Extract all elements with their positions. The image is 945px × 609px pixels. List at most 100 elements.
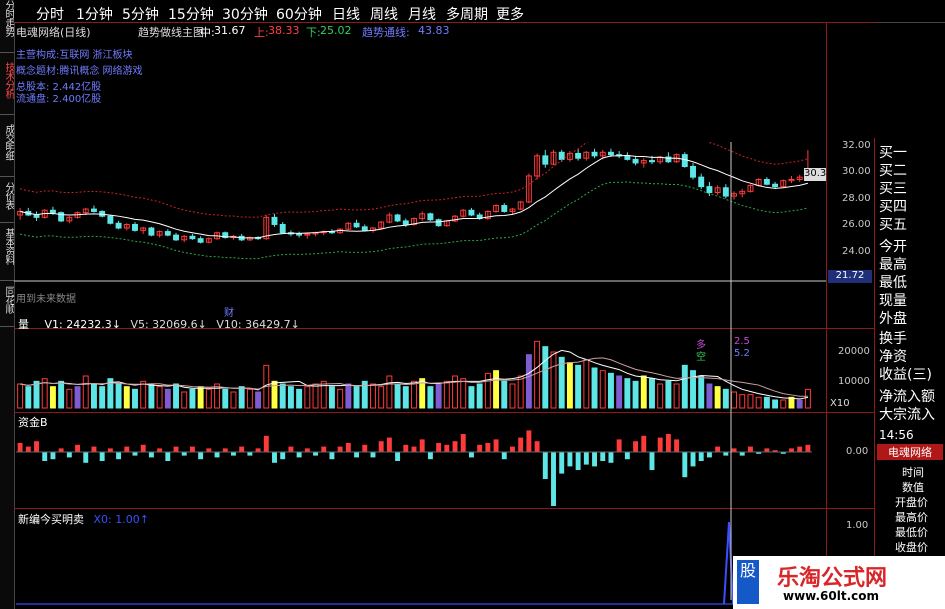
watermark-title: 乐淘公式网 (777, 565, 888, 591)
volume-bar (345, 383, 352, 409)
volume-bar (189, 388, 196, 409)
fund-bar (132, 452, 138, 456)
fund-bar (395, 452, 401, 461)
watermark-badge: 股 (737, 560, 759, 604)
fund-tick-zero: 0.00 (846, 446, 869, 457)
fund-bar (124, 446, 130, 452)
kong-value: 5.2 (734, 348, 750, 359)
quote-bid2: 买二 (879, 163, 907, 179)
volume-bar (17, 383, 24, 409)
fund-bar (42, 452, 48, 461)
volume-bar (435, 383, 442, 409)
fund-bar (715, 446, 721, 452)
fund-bar (641, 435, 647, 452)
candle-body (501, 205, 508, 212)
fund-bar (386, 437, 392, 452)
fund-bar (198, 452, 204, 460)
quote-turnover: 换手 (879, 331, 907, 347)
candle-body (107, 215, 114, 224)
fund-bar (206, 448, 212, 452)
fund-bar (575, 452, 581, 470)
volume-bar (66, 388, 73, 409)
volume-bar (484, 372, 491, 409)
fund-bar (50, 452, 56, 460)
volume-bar (657, 383, 664, 409)
fund-bar (280, 452, 286, 460)
fund-bar (321, 446, 327, 452)
upper-band (19, 128, 809, 218)
volume-bar (140, 380, 147, 409)
fund-bar (460, 434, 466, 452)
price-tag-cursor: 21.72 (828, 270, 872, 283)
quote-low: 最低 (879, 275, 907, 291)
volume-bar (123, 386, 130, 409)
fund-bar (165, 452, 171, 461)
volume-bar (90, 383, 97, 409)
volume-bar (468, 386, 475, 409)
volume-bar (156, 386, 163, 409)
price-tick-30: 30.00 (842, 166, 871, 177)
fund-bar (378, 441, 384, 452)
volume-bar (624, 378, 631, 409)
stock-tag[interactable]: 电魂网络 (877, 444, 943, 460)
fund-header[interactable]: 资金B (18, 414, 48, 430)
fund-bar (452, 441, 458, 452)
tip-low: 最低价 (895, 526, 928, 539)
fund-bar (657, 437, 663, 452)
buysell-label[interactable]: 新编今买明卖 (18, 513, 84, 526)
volume-bar (164, 388, 171, 409)
tip-open: 开盘价 (895, 496, 928, 509)
volume-bar (58, 380, 65, 409)
price-tag-current: 30.3 (804, 168, 827, 181)
fund-bar (427, 452, 433, 460)
candle-body (591, 151, 598, 157)
volume-bar (755, 396, 762, 409)
fund-bar (148, 452, 154, 458)
fund-bar (797, 446, 803, 452)
quote-time: 14:56 (879, 428, 914, 442)
candle-body (49, 209, 56, 214)
fund-layer (16, 430, 812, 506)
tip-value: 数值 (902, 481, 924, 494)
candle-body (427, 213, 434, 221)
volume-bar (312, 383, 319, 409)
volume-bar (222, 388, 229, 409)
fund-bar (616, 439, 622, 452)
fund-bar (739, 452, 745, 456)
fund-bar (189, 446, 195, 452)
volume-v10: V10: 36429.7↓ (216, 318, 300, 331)
volume-bar (747, 394, 754, 409)
fund-bar (411, 446, 417, 452)
fund-bar (534, 441, 540, 452)
fund-bar (288, 446, 294, 452)
candle-body (164, 231, 171, 236)
volume-bar (411, 380, 417, 409)
volume-bar (731, 391, 738, 409)
volume-bar (583, 359, 590, 409)
fund-bar (600, 452, 606, 461)
fund-bar (624, 452, 630, 460)
volume-bar (673, 383, 680, 409)
volume-bar (542, 346, 549, 409)
volume-ma5 (20, 349, 808, 400)
volume-bar (74, 386, 81, 409)
watermark-box: 股 乐淘公式网 www.60lt.com (733, 556, 945, 609)
candle-body (361, 226, 368, 231)
candle-body (115, 222, 122, 229)
volume-bar (780, 399, 787, 409)
price-tick-32: 32.00 (842, 140, 871, 151)
fund-bar (764, 448, 770, 452)
kong-label: 空 (696, 352, 706, 363)
volume-bar (575, 364, 582, 409)
volume-bar (649, 378, 655, 409)
duo-value: 2.5 (734, 336, 750, 347)
quote-bid4: 买四 (879, 199, 907, 215)
fund-bar (542, 452, 548, 479)
candle-body (542, 155, 549, 165)
fund-bar (370, 452, 376, 458)
candle-body (632, 158, 639, 164)
fund-bar (567, 452, 573, 467)
quote-panel: 买一 买二 买三 买四 买五 今开 最高 最低 现量 外盘 换手 净资 收益(三… (874, 138, 945, 609)
volume-bar (238, 386, 245, 409)
fund-bar (66, 452, 72, 458)
